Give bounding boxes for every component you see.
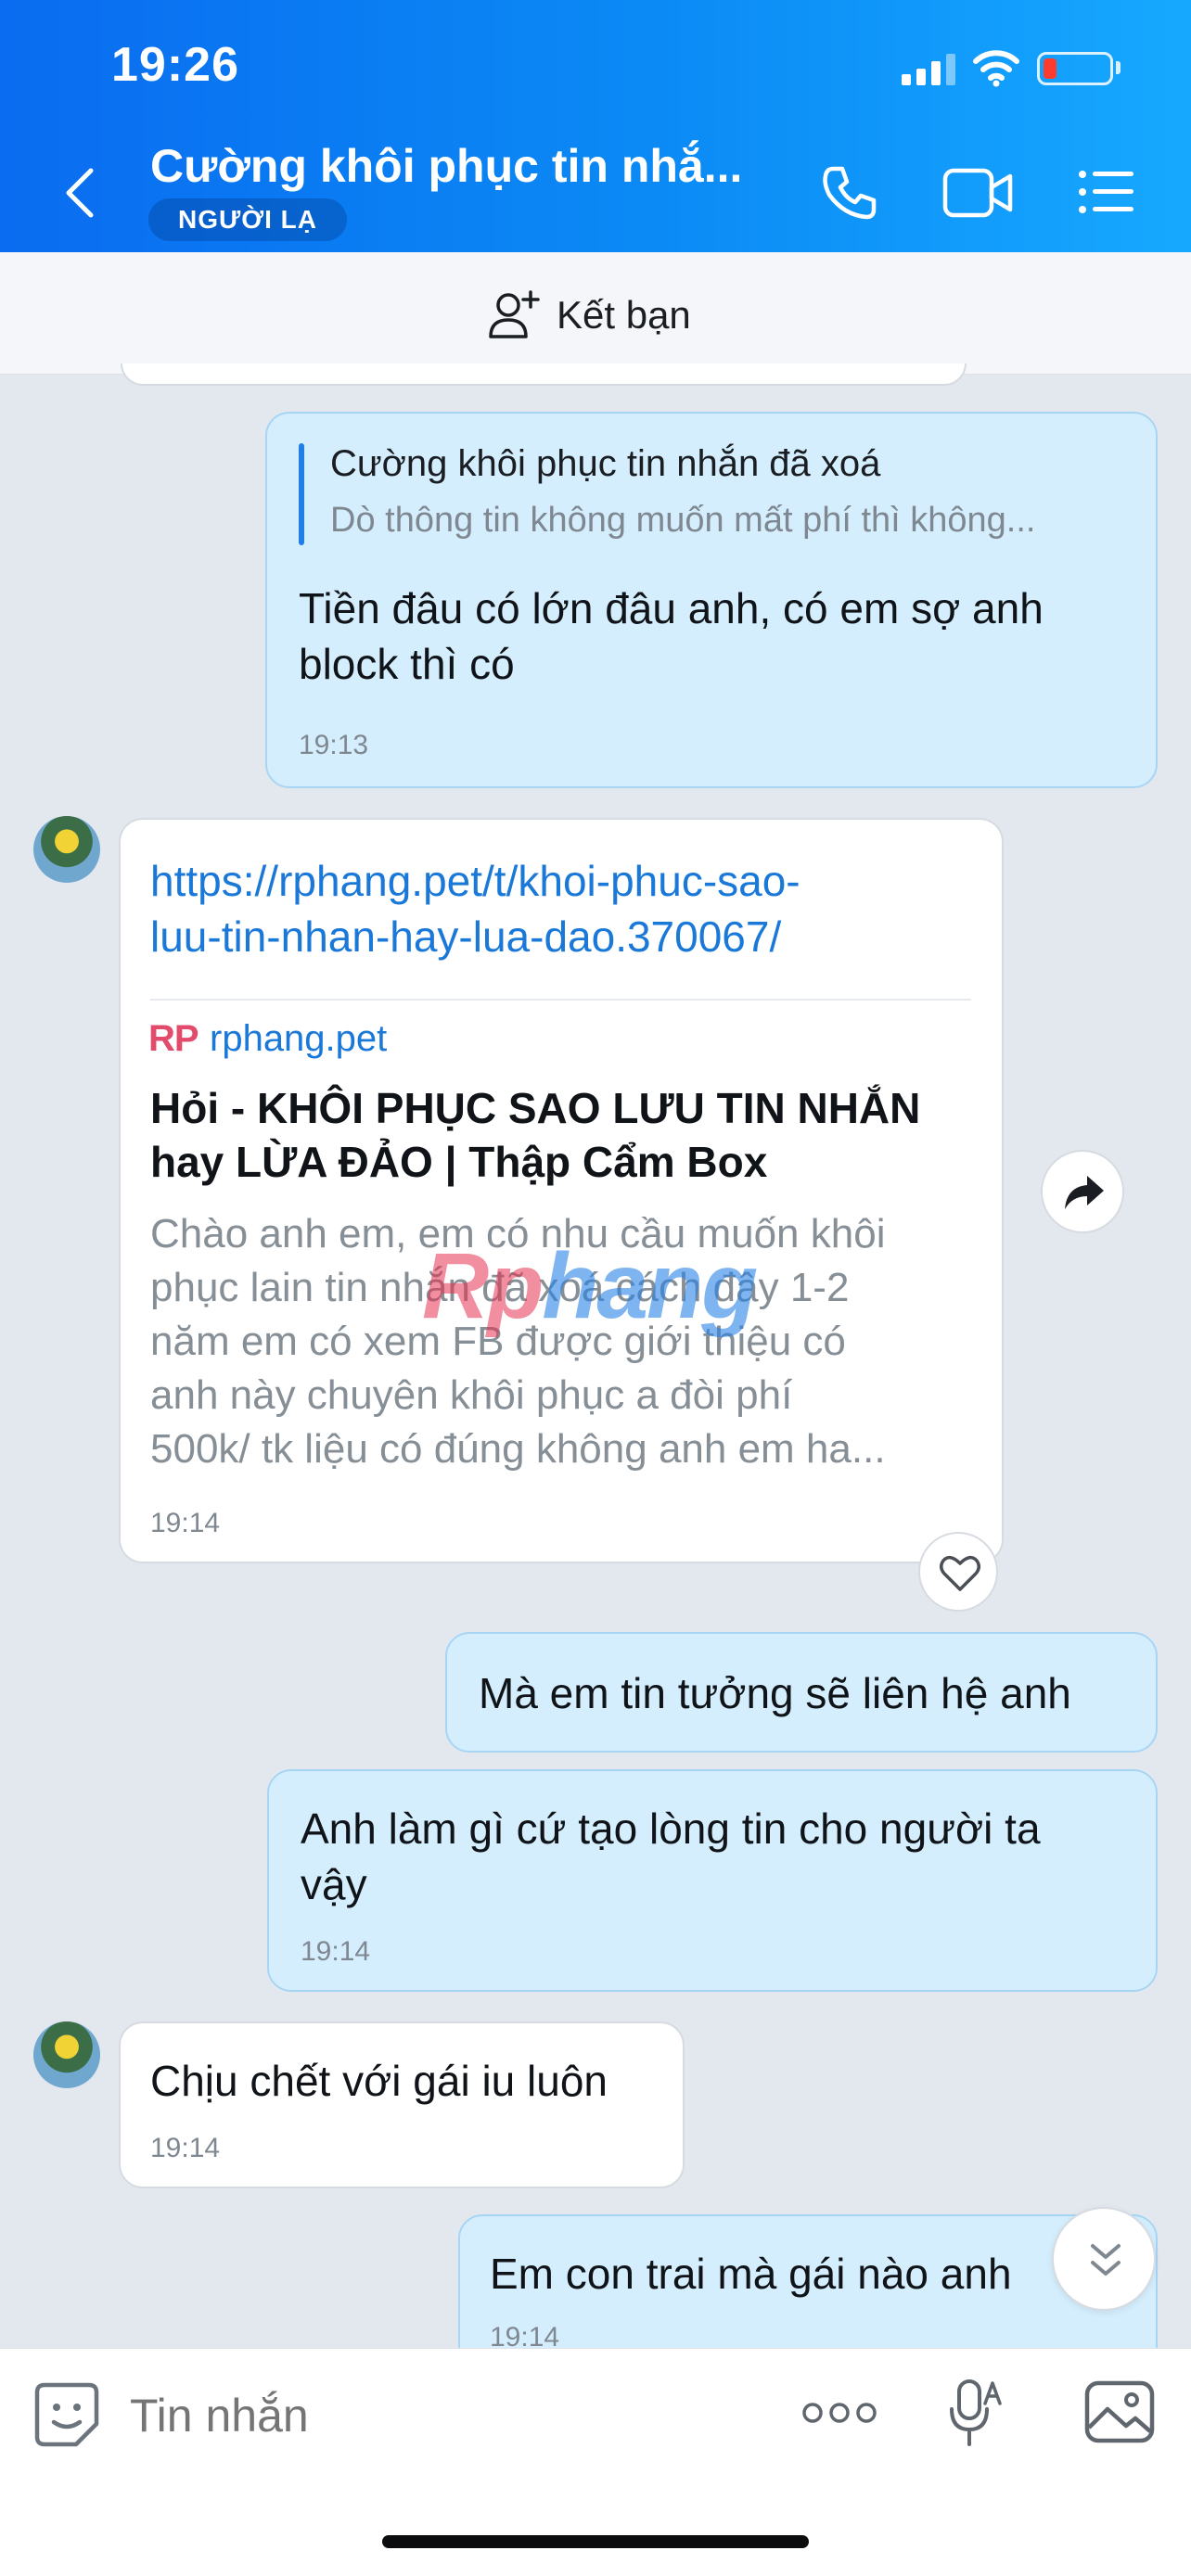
double-chevron-down-icon [1091, 2244, 1121, 2276]
link-description: 500k/ tk liệu có đúng không anh em ha... [150, 1426, 886, 1472]
image-gallery-icon[interactable] [1083, 2379, 1156, 2444]
message-time: 19:14 [301, 1936, 371, 1967]
status-time: 19:26 [111, 38, 239, 92]
link-url[interactable]: https://rphang.pet/t/khoi-phuc-sao- [150, 853, 800, 909]
react-heart-button[interactable] [918, 1532, 998, 1612]
message-text: Tiền đâu có lớn đâu anh, có em sợ anh [299, 584, 1044, 632]
message-time: 19:13 [299, 730, 369, 760]
more-icon[interactable] [801, 2402, 877, 2424]
sender-avatar[interactable] [33, 2021, 100, 2088]
battery-icon [1037, 52, 1113, 85]
sender-avatar[interactable] [33, 816, 100, 883]
link-title: Hỏi - KHÔI PHỤC SAO LƯU TIN NHẮN [150, 1084, 921, 1132]
message-text: Mà em tin tưởng sẽ liên hệ anh [479, 1669, 1071, 1717]
home-indicator [382, 2535, 809, 2548]
menu-icon[interactable] [1078, 169, 1135, 215]
stranger-badge: NGƯỜI LẠ [148, 198, 347, 241]
add-friend-icon [489, 290, 540, 338]
message-time: 19:14 [490, 2322, 560, 2348]
message-text: Anh làm gì cứ tạo lòng tin cho người ta [301, 1804, 1041, 1853]
quote-author: Cường khôi phục tin nhắn đã xoá [330, 443, 881, 484]
message-text: block thì có [299, 640, 515, 688]
chat-title[interactable]: Cường khôi phục tin nhắ... [150, 139, 742, 193]
quote-text: Dò thông tin không muốn mất phí thì khôn… [330, 501, 1036, 540]
add-friend-button[interactable]: Kết bạn [488, 289, 691, 341]
voice-to-text-icon[interactable] [948, 2378, 1005, 2448]
wifi-icon [973, 50, 1019, 87]
link-title: hay LỪA ĐẢO | Thập Cẩm Box [150, 1138, 768, 1186]
link-description: anh này chuyên khôi phục a đòi phí [150, 1372, 793, 1418]
message-time: 19:14 [150, 2133, 221, 2163]
message-clip: Em con trai mà gái nào anh 19:14 [0, 2207, 1191, 2348]
message-text: Em con trai mà gái nào anh [490, 2250, 1012, 2298]
phone-icon[interactable] [820, 163, 879, 223]
scroll-down-button[interactable] [1052, 2207, 1156, 2311]
sticker-icon[interactable] [33, 2381, 100, 2448]
watermark-logo: Rphang [422, 1234, 758, 1338]
add-friend-label: Kết bạn [557, 293, 691, 337]
battery-nub [1116, 61, 1121, 74]
video-call-icon[interactable] [942, 167, 1013, 219]
message-input[interactable] [130, 2385, 761, 2446]
heart-icon [940, 1555, 980, 1591]
site-logo: RP [148, 1018, 199, 1059]
message-text: vậy [301, 1860, 367, 1908]
signal-icon [902, 54, 957, 85]
link-url[interactable]: luu-tin-nhan-hay-lua-dao.370067/ [150, 909, 781, 964]
site-domain: rphang.pet [210, 1018, 388, 1059]
chat-header: 19:26 Cường khôi phục tin nhắ... NGƯỜI L… [0, 0, 1191, 252]
message-text: Chịu chết với gái iu luôn [150, 2057, 608, 2105]
share-button[interactable] [1041, 1150, 1124, 1233]
back-icon[interactable] [59, 165, 100, 221]
link-preview-divider [150, 999, 971, 1001]
share-icon [1065, 1176, 1104, 1209]
quote-bar [299, 443, 304, 545]
previous-message-edge [121, 363, 967, 386]
message-time: 19:14 [150, 1508, 221, 1538]
